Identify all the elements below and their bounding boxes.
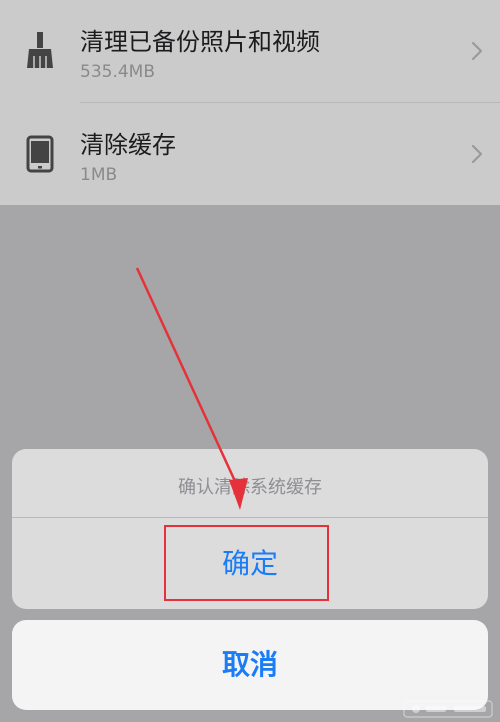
chevron-right-icon [471,144,483,164]
list-item-title: 清理已备份照片和视频 [80,28,320,56]
list-item-title: 清除缓存 [80,131,176,159]
list-item-clear-cache[interactable]: 清除缓存 1MB [0,103,500,205]
list-item-size: 1MB [80,165,118,185]
cancel-button[interactable]: 取消 [12,620,488,710]
baidu-watermark-icon [403,700,493,718]
chevron-right-icon [471,41,483,61]
action-sheet-message: 确认清除系统缓存 [178,477,322,498]
list-item-size: 535.4MB [80,62,155,82]
broom-icon [27,32,53,68]
settings-list: 清理已备份照片和视频 535.4MB 清除缓存 1MB [0,0,500,205]
red-highlight-box [164,525,329,601]
phone-icon [26,135,54,173]
list-item-clear-backup-photos[interactable]: 清理已备份照片和视频 535.4MB [0,0,500,103]
